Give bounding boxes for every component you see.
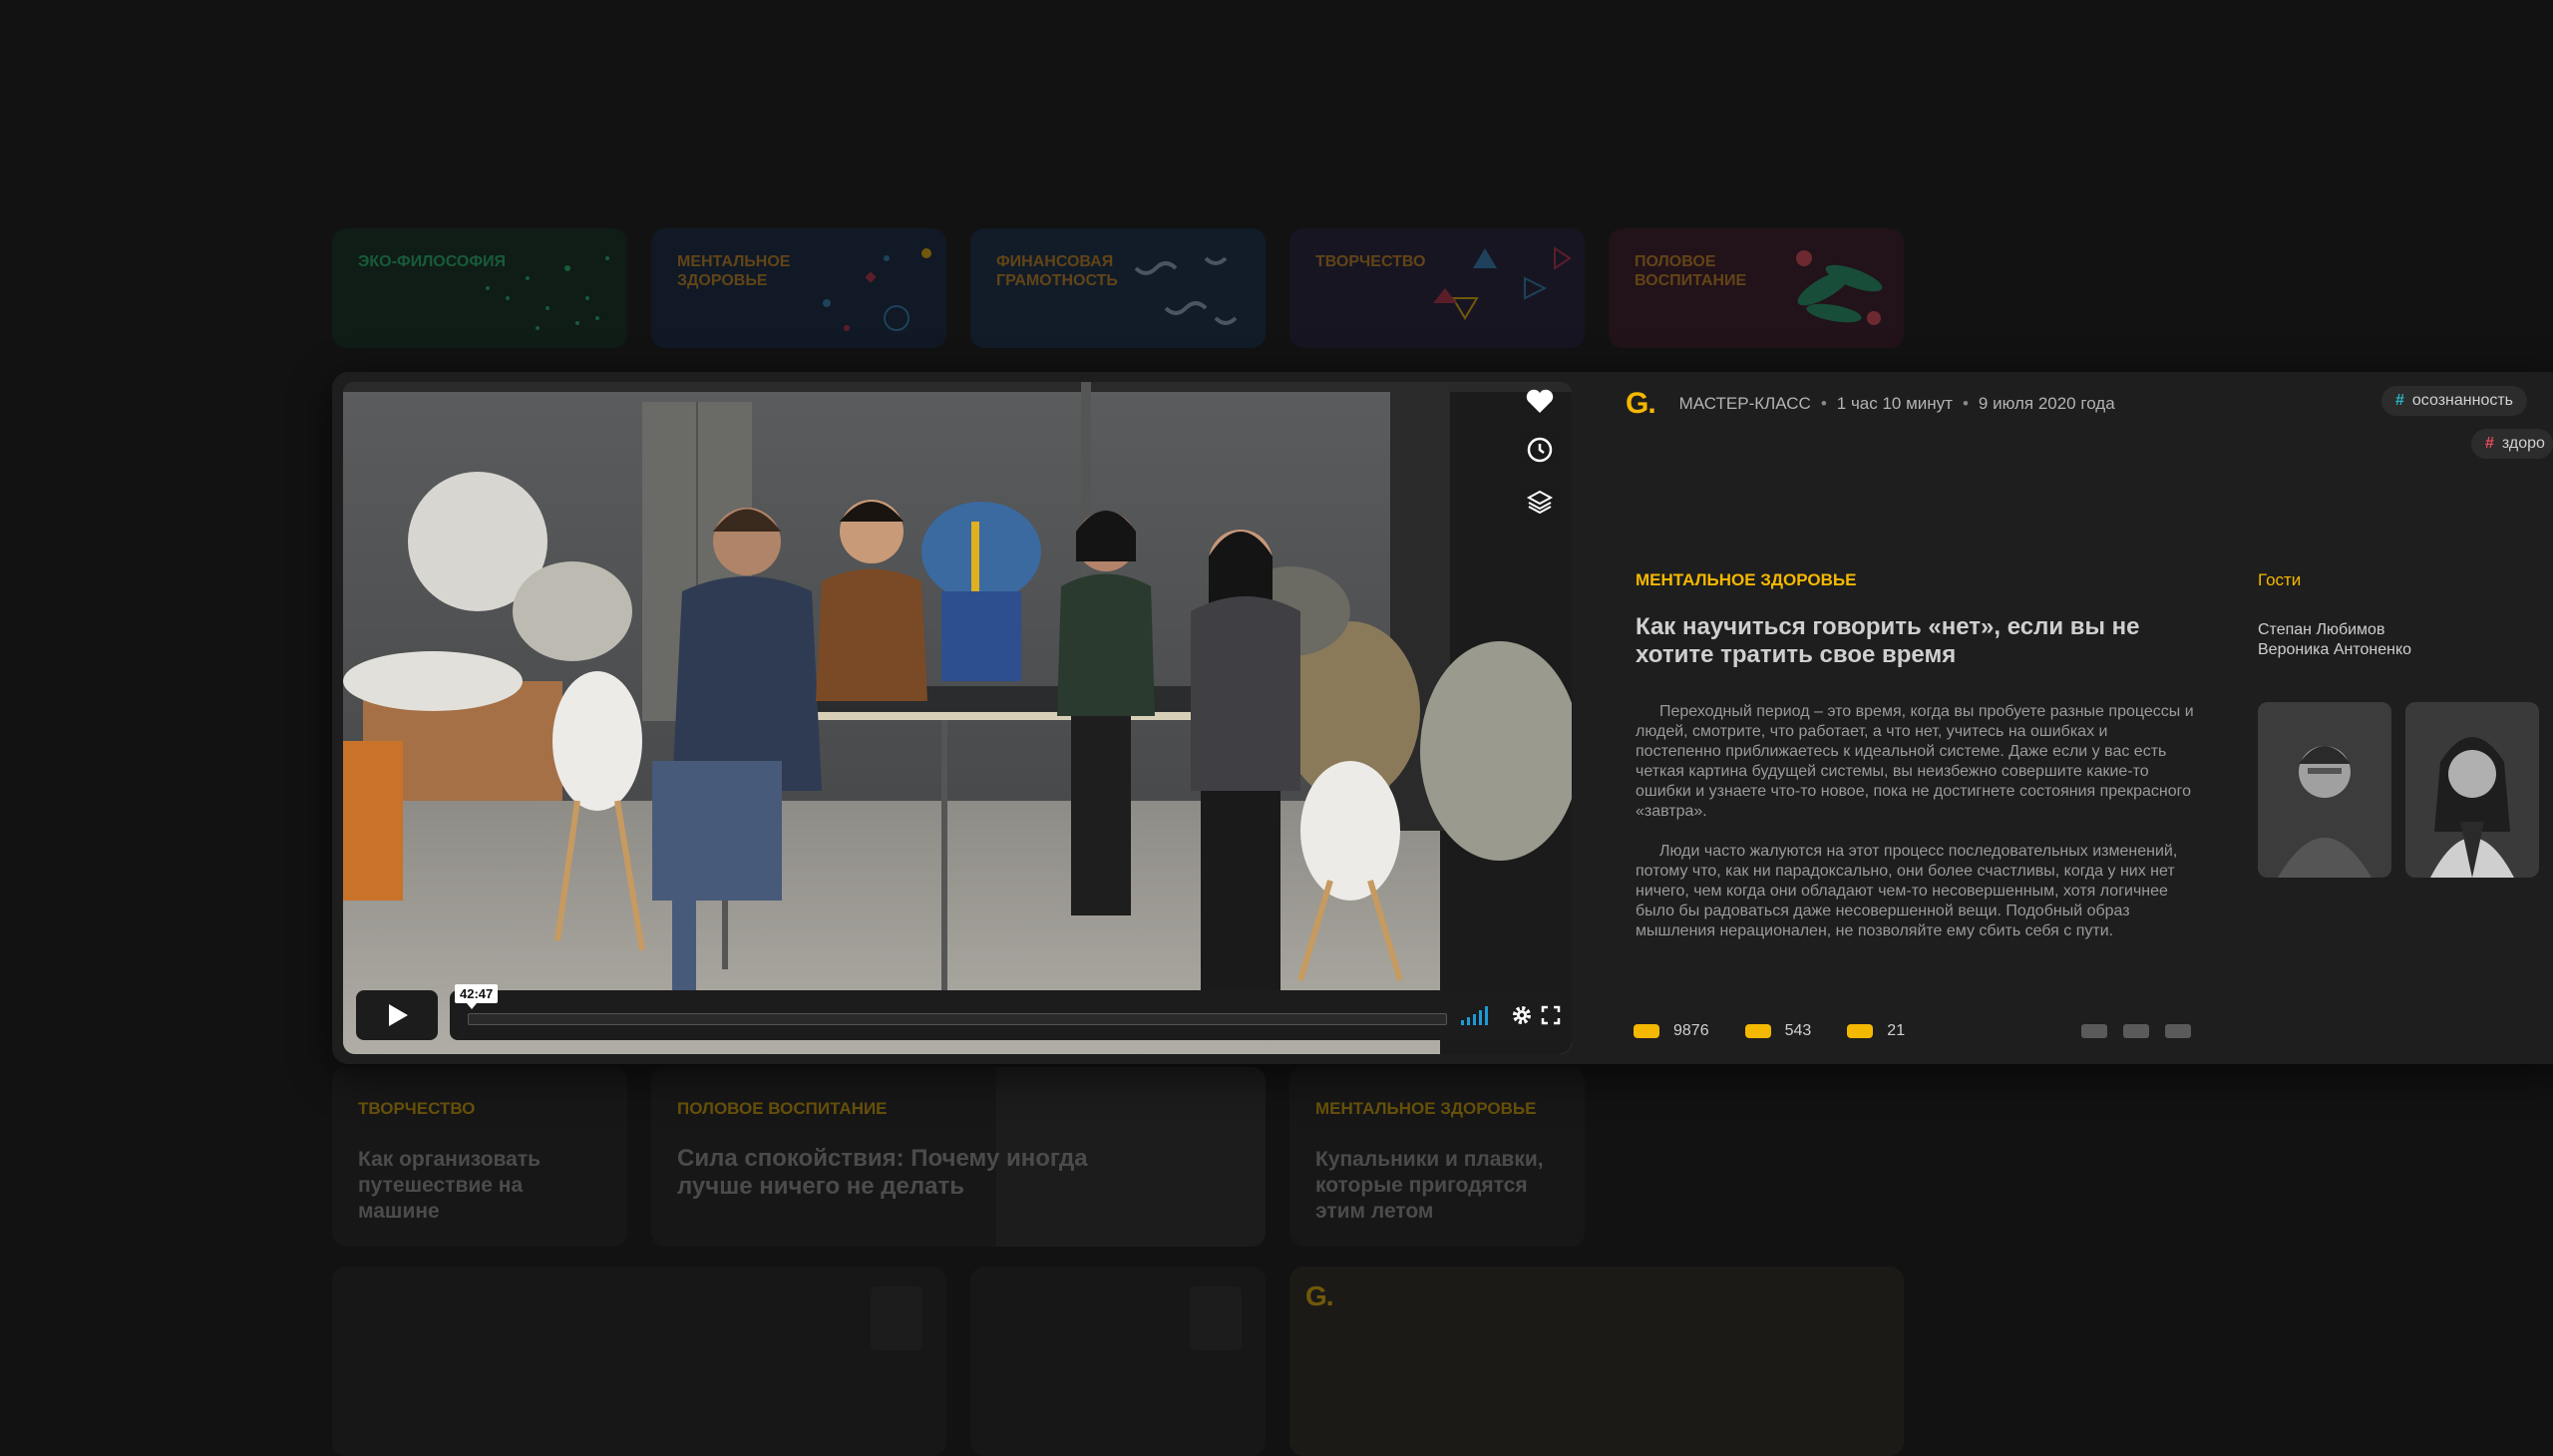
article-title: Как научиться говорить «нет», если вы не… (1636, 613, 2140, 668)
bg-article-title: Купальники и плавки, которые пригодятся … (1315, 1148, 1544, 1223)
stat-comments: 21 (1847, 1022, 1905, 1040)
logo: G. (1305, 1280, 1334, 1311)
category-card-eco[interactable]: Эко-философия (332, 228, 627, 348)
dots-pattern-icon (486, 256, 609, 330)
category-card-creativity[interactable]: Творчество (1289, 228, 1585, 348)
fullscreen-button[interactable] (1541, 1002, 1561, 1028)
volume-button[interactable] (1461, 1002, 1493, 1028)
layers-icon (1526, 490, 1554, 515)
video-player[interactable] (343, 382, 1572, 1054)
share-button[interactable] (2123, 1024, 2149, 1038)
player-controls: 42:47 (356, 984, 1561, 1040)
guest-portrait (2258, 702, 2391, 878)
clock-icon (1527, 437, 1553, 463)
category-card-finance[interactable]: Финансовая грамотность (970, 228, 1266, 348)
bg-article-category: Половое воспитание (677, 1099, 888, 1118)
bg-article-card[interactable]: Творчество Как организовать путешествие … (332, 1067, 627, 1247)
guests-names: Степан Любимов Вероника Антоненко (2258, 620, 2411, 660)
share-button[interactable] (2081, 1024, 2107, 1038)
tag-label: осознанность (2411, 392, 2514, 409)
stat-icon (1847, 1024, 1874, 1038)
avatar (1190, 1286, 1242, 1350)
share-buttons (2081, 1024, 2207, 1038)
guest-name[interactable]: Вероника Антоненко (2258, 640, 2411, 660)
fullscreen-icon (1541, 1005, 1561, 1025)
triangles-pattern-icon (1433, 246, 1572, 320)
stats-row: 9876 543 21 (1634, 1022, 1941, 1040)
heart-icon (1526, 389, 1554, 413)
bg-article-card[interactable]: Половое воспитание Сила спокойствия: Поч… (651, 1067, 1266, 1247)
tag-label: здоро (2501, 435, 2545, 452)
bg-article-title: Сила спокойствия: Почему иногда лучше ни… (677, 1145, 1088, 1200)
bg-article-title: Как организовать путешествие на машине (358, 1148, 542, 1223)
guest-photo[interactable] (2258, 702, 2391, 878)
duration: 1 час 10 минут (1836, 394, 1953, 413)
stat-value: 543 (1784, 1022, 1812, 1039)
bg-article-card[interactable]: Ментальное здоровье Купальники и плавки,… (1289, 1067, 1585, 1247)
bg-article-category: Ментальное здоровье (1315, 1099, 1537, 1118)
hash-icon: # (2485, 435, 2494, 452)
bg-video-card[interactable]: G. (1289, 1267, 1904, 1456)
guest-name[interactable]: Степан Любимов (2258, 620, 2411, 640)
shapes-pattern-icon (823, 248, 931, 331)
date: 9 июля 2020 года (1978, 394, 2115, 413)
bg-article-card[interactable] (970, 1267, 1266, 1456)
stat-views: 9876 (1634, 1022, 1709, 1040)
guests-heading: Гости (2258, 570, 2302, 589)
add-to-playlist-button[interactable] (1520, 482, 1560, 522)
description-paragraph: Переходный период – это время, когда вы … (1636, 703, 2194, 820)
article-description: Переходный период – это время, когда вы … (1636, 702, 2194, 961)
category-card-sex-ed[interactable]: Половое воспитание (1609, 228, 1904, 348)
tag-chip[interactable]: # здоро (2471, 429, 2553, 459)
play-icon (389, 1004, 408, 1026)
watch-later-button[interactable] (1520, 430, 1560, 470)
share-button[interactable] (2165, 1024, 2191, 1038)
stat-value: 9876 (1673, 1022, 1709, 1039)
leaves-pattern-icon (1796, 250, 1883, 325)
bg-article-card[interactable] (332, 1267, 946, 1456)
category-card-mental[interactable]: Ментальное здоровье (651, 228, 946, 348)
control-bar: 42:47 (450, 984, 1561, 1040)
video-meta: G. МАСТЕР-КЛАСС • 1 час 10 минут • 9 июля 20… (1626, 387, 2115, 420)
volume-bars-icon (1461, 1006, 1488, 1025)
stat-icon (1744, 1024, 1771, 1038)
avatar (871, 1286, 922, 1350)
guest-portrait (2405, 702, 2539, 878)
description-paragraph: Люди часто жалуются на этот процесс посл… (1636, 843, 2178, 939)
seek-bar[interactable]: 42:47 (455, 984, 1447, 1025)
stat-icon (1634, 1024, 1659, 1038)
article-category: МЕНТАЛЬНОЕ ЗДОРОВЬЕ (1636, 570, 1857, 589)
hash-icon: # (2395, 392, 2404, 409)
bg-article-category: Творчество (358, 1099, 476, 1118)
settings-button[interactable] (1511, 1002, 1533, 1028)
like-button[interactable] (1520, 382, 1560, 422)
logo: G. (1626, 387, 1656, 420)
stat-likes: 543 (1744, 1022, 1812, 1040)
tag-chip[interactable]: # осознанность (2381, 386, 2528, 416)
stat-value: 21 (1887, 1022, 1906, 1039)
meta-line: МАСТЕР-КЛАСС • 1 час 10 минут • 9 июля 2020 … (1678, 394, 2115, 413)
current-time: 42:47 (455, 984, 499, 1009)
content-type: МАСТЕР-КЛАСС (1678, 394, 1811, 413)
gear-icon (1513, 1006, 1531, 1024)
play-button[interactable] (356, 990, 438, 1040)
waves-pattern-icon (1134, 256, 1238, 325)
guest-photo[interactable] (2405, 702, 2539, 878)
video-frame (343, 382, 1572, 1054)
